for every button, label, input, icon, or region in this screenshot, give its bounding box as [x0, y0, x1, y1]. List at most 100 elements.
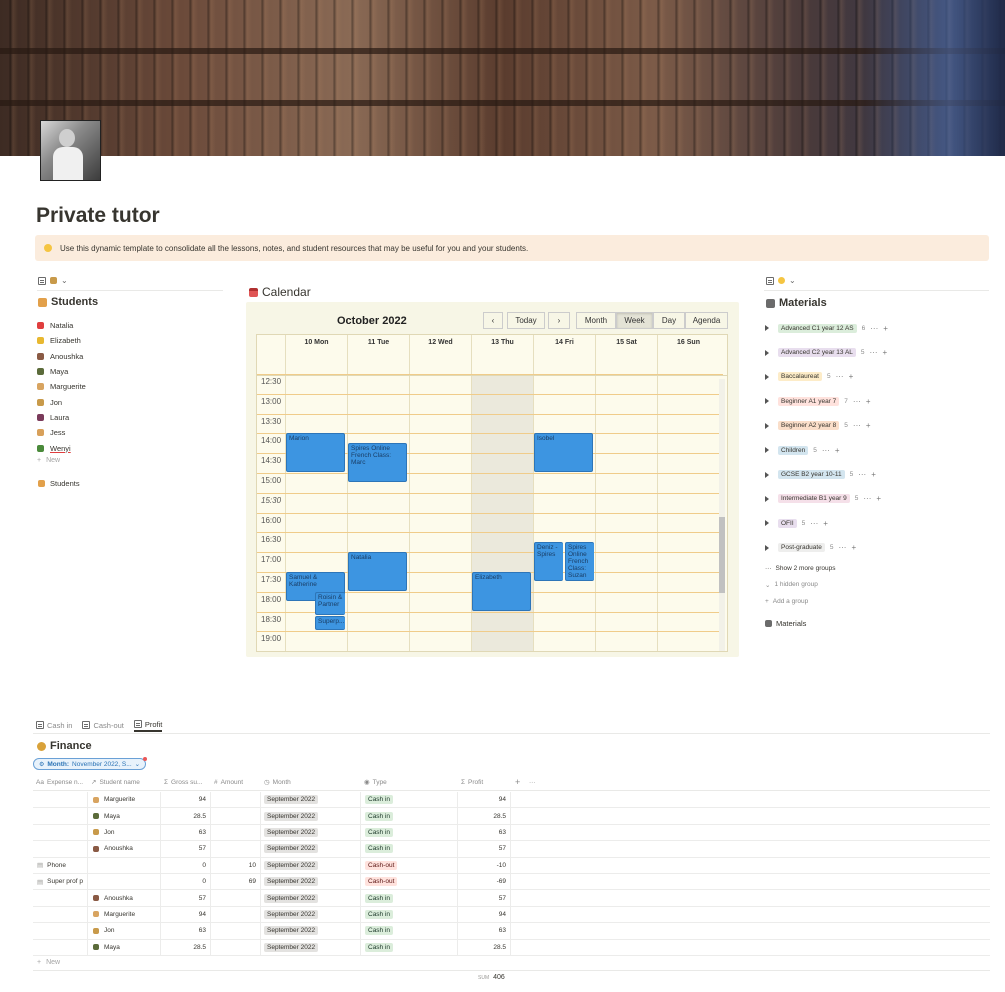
- add-item-icon[interactable]: +: [866, 421, 871, 430]
- amount-cell[interactable]: [211, 906, 261, 923]
- more-options-icon[interactable]: ···: [858, 470, 866, 479]
- expense-cell[interactable]: [33, 824, 88, 841]
- calendar-event[interactable]: Roisin & Partner: [315, 591, 345, 615]
- profit-cell[interactable]: 57: [458, 890, 511, 906]
- profit-cell[interactable]: 28.5: [458, 808, 511, 824]
- more-options-icon[interactable]: ···: [822, 446, 830, 455]
- expense-cell[interactable]: [33, 923, 88, 939]
- column-header[interactable]: ↗ Student name: [91, 774, 161, 790]
- tab-profit[interactable]: Profit: [133, 718, 163, 732]
- view-month-button[interactable]: Month: [576, 312, 616, 329]
- gross-cell[interactable]: 63: [161, 824, 211, 841]
- materials-group[interactable]: Advanced C1 year 12 AS 6 ··· +: [765, 316, 990, 340]
- month-cell[interactable]: September 2022: [261, 808, 361, 824]
- today-button[interactable]: Today: [507, 312, 545, 329]
- tab-cash-in[interactable]: Cash in: [36, 718, 72, 732]
- add-item-icon[interactable]: +: [866, 397, 871, 406]
- student-item[interactable]: Wenyi: [37, 440, 222, 455]
- add-item-icon[interactable]: +: [851, 543, 856, 552]
- amount-cell[interactable]: [211, 923, 261, 939]
- student-cell[interactable]: Anoushka: [88, 890, 161, 906]
- amount-cell[interactable]: [211, 792, 261, 808]
- expense-cell[interactable]: ▤ Super prof p: [33, 874, 88, 890]
- expand-triangle-icon[interactable]: [765, 398, 769, 405]
- table-row[interactable]: ▤ Phone 0 10 September 2022 Cash-out -10: [33, 857, 990, 874]
- gross-cell[interactable]: 57: [161, 890, 211, 906]
- materials-group[interactable]: Children 5 ··· +: [765, 438, 990, 462]
- more-options-icon[interactable]: ···: [836, 372, 844, 381]
- type-cell[interactable]: Cash-out: [361, 874, 458, 890]
- amount-cell[interactable]: 10: [211, 857, 261, 873]
- student-item[interactable]: Natalia: [37, 318, 222, 333]
- table-row[interactable]: Jon 63 September 2022 Cash in 63: [33, 824, 990, 842]
- gross-cell[interactable]: 28.5: [161, 939, 211, 955]
- student-item[interactable]: Jess: [37, 425, 222, 440]
- calendar-scrollbar[interactable]: [719, 379, 725, 651]
- student-item[interactable]: Laura: [37, 410, 222, 425]
- more-options-icon[interactable]: ···: [870, 348, 878, 357]
- materials-group[interactable]: OFII 5 ··· +: [765, 511, 990, 535]
- expand-triangle-icon[interactable]: [765, 325, 769, 332]
- student-item[interactable]: Elizabeth: [37, 333, 222, 348]
- add-item-icon[interactable]: +: [883, 324, 888, 333]
- more-options-icon[interactable]: ···: [870, 324, 878, 333]
- materials-group[interactable]: Intermediate B1 year 9 5 ··· +: [765, 487, 990, 511]
- column-header[interactable]: ◷ Month: [264, 774, 361, 790]
- materials-group[interactable]: GCSE B2 year 10-11 5 ··· +: [765, 462, 990, 486]
- month-cell[interactable]: September 2022: [261, 939, 361, 955]
- expand-triangle-icon[interactable]: [765, 447, 769, 454]
- student-item[interactable]: Marguerite: [37, 379, 222, 394]
- add-item-icon[interactable]: +: [876, 494, 881, 503]
- expense-cell[interactable]: [33, 906, 88, 923]
- table-row[interactable]: Jon 63 September 2022 Cash in 63: [33, 923, 990, 940]
- table-row[interactable]: ▤ Super prof p 0 69 September 2022 Cash-out -6…: [33, 874, 990, 891]
- expense-cell[interactable]: [33, 841, 88, 857]
- student-cell[interactable]: Marguerite: [88, 792, 161, 808]
- type-cell[interactable]: Cash in: [361, 923, 458, 939]
- more-options-icon[interactable]: ···: [853, 421, 861, 430]
- gross-cell[interactable]: 0: [161, 857, 211, 873]
- column-header[interactable]: Σ Gross su...: [164, 774, 211, 790]
- type-cell[interactable]: Cash in: [361, 906, 458, 923]
- student-cell[interactable]: Jon: [88, 824, 161, 841]
- expand-triangle-icon[interactable]: [765, 349, 769, 356]
- type-cell[interactable]: Cash in: [361, 792, 458, 808]
- type-cell[interactable]: Cash in: [361, 841, 458, 857]
- profit-cell[interactable]: 28.5: [458, 939, 511, 955]
- new-student-button[interactable]: + New: [37, 457, 60, 464]
- expense-cell[interactable]: [33, 890, 88, 906]
- gross-cell[interactable]: 28.5: [161, 808, 211, 824]
- calendar-event[interactable]: Natalia: [348, 552, 407, 591]
- more-options-icon[interactable]: ···: [838, 543, 846, 552]
- more-options-icon[interactable]: ···: [863, 494, 871, 503]
- gross-cell[interactable]: 94: [161, 792, 211, 808]
- show-more-groups[interactable]: ··· Show 2 more groups: [765, 560, 990, 577]
- tab-cash-out[interactable]: Cash-out: [82, 718, 124, 732]
- new-row-button[interactable]: + New: [37, 959, 60, 966]
- calendar-event[interactable]: Marion: [286, 433, 345, 472]
- add-column-button[interactable]: +: [515, 774, 520, 790]
- student-cell[interactable]: Marguerite: [88, 906, 161, 923]
- add-item-icon[interactable]: +: [823, 519, 828, 528]
- expand-triangle-icon[interactable]: [765, 520, 769, 527]
- month-cell[interactable]: September 2022: [261, 824, 361, 841]
- amount-cell[interactable]: [211, 841, 261, 857]
- students-db-link[interactable]: Students: [38, 479, 80, 488]
- month-cell[interactable]: September 2022: [261, 923, 361, 939]
- student-cell[interactable]: Maya: [88, 939, 161, 955]
- student-item[interactable]: Maya: [37, 364, 222, 379]
- view-week-button[interactable]: Week: [616, 312, 653, 329]
- prev-week-button[interactable]: ‹: [483, 312, 503, 329]
- profit-cell[interactable]: 63: [458, 824, 511, 841]
- student-cell[interactable]: Maya: [88, 808, 161, 824]
- gross-cell[interactable]: 57: [161, 841, 211, 857]
- add-item-icon[interactable]: +: [883, 348, 888, 357]
- calendar-event[interactable]: Isobel: [534, 433, 593, 472]
- month-cell[interactable]: September 2022: [261, 890, 361, 906]
- materials-group[interactable]: Baccalaureat 5 ··· +: [765, 365, 990, 389]
- table-row[interactable]: Maya 28.5 September 2022 Cash in 28.5: [33, 808, 990, 825]
- materials-group[interactable]: Beginner A1 year 7 7 ··· +: [765, 389, 990, 413]
- month-cell[interactable]: September 2022: [261, 906, 361, 923]
- expense-cell[interactable]: [33, 808, 88, 824]
- student-cell[interactable]: [88, 874, 161, 890]
